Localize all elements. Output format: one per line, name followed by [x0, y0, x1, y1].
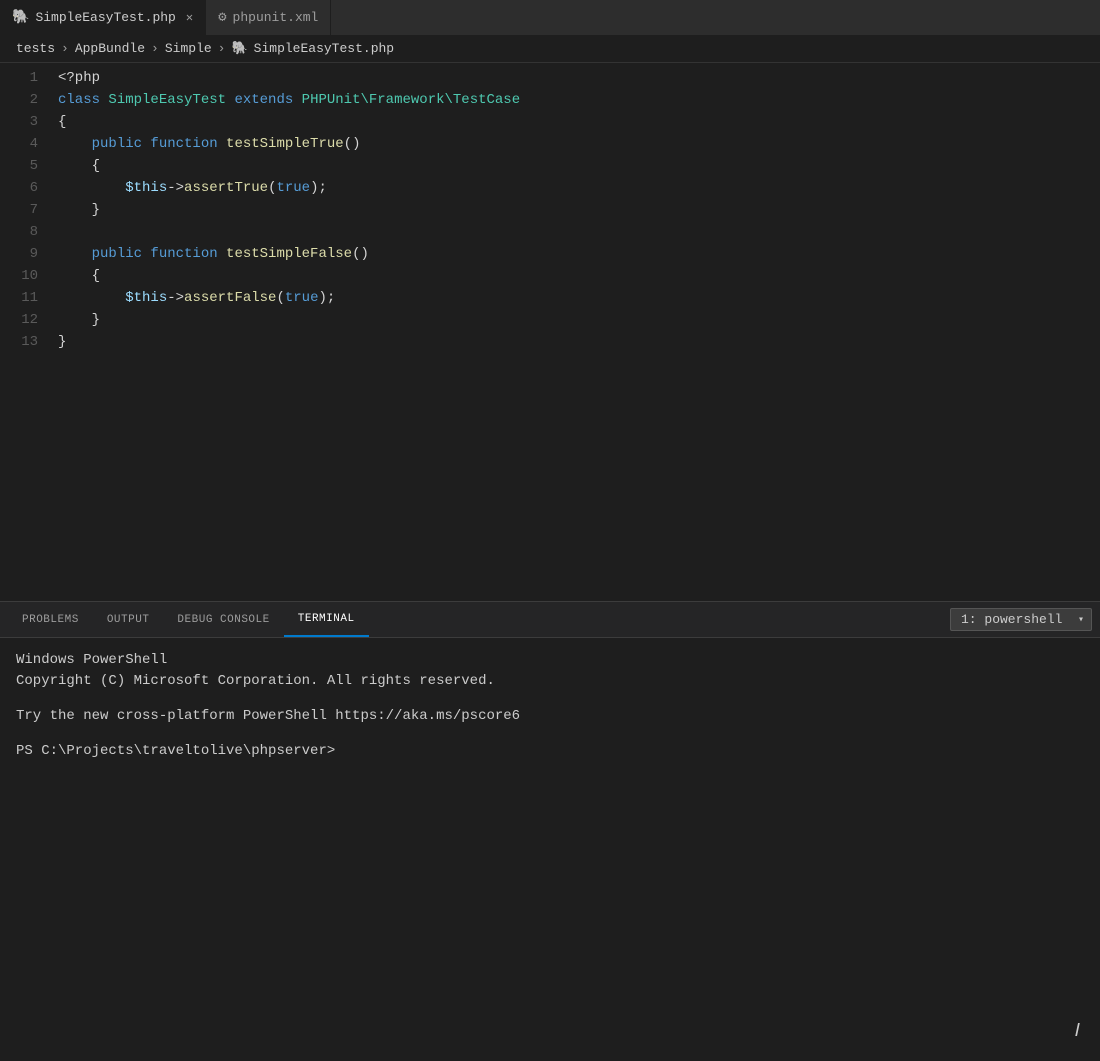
breadcrumb-sep-3: ›	[218, 41, 226, 56]
code-line-10: {	[58, 265, 1092, 287]
terminal-select[interactable]: 1: powershell 2: bash	[950, 608, 1092, 631]
panel-tab-bar: PROBLEMS OUTPUT DEBUG CONSOLE TERMINAL 1…	[0, 602, 1100, 638]
terminal-prompt: PS C:\Projects\traveltolive\phpserver>	[16, 741, 1084, 762]
cursor-indicator: 𝐼	[1075, 1020, 1080, 1041]
terminal-content[interactable]: Windows PowerShell Copyright (C) Microso…	[0, 638, 1100, 1061]
tab-label: phpunit.xml	[233, 10, 319, 25]
code-line-5: {	[58, 155, 1092, 177]
tab-label: SimpleEasyTest.php	[35, 10, 175, 25]
code-line-1: <?php	[58, 67, 1092, 89]
terminal-line-3: Try the new cross-platform PowerShell ht…	[16, 706, 1084, 727]
code-line-9: public function testSimpleFalse()	[58, 243, 1092, 265]
code-line-4: public function testSimpleTrue()	[58, 133, 1092, 155]
php-file-icon: 🐘	[12, 9, 29, 26]
line-numbers: 1 2 3 4 5 6 7 8 9 10 11 12 13	[0, 67, 50, 597]
tab-phpunit[interactable]: ⚙ phpunit.xml	[206, 0, 331, 35]
terminal-line-1: Windows PowerShell	[16, 650, 1084, 671]
panel-controls: 1: powershell 2: bash ▾	[950, 602, 1092, 637]
breadcrumb-sep-1: ›	[61, 41, 69, 56]
code-content[interactable]: <?php class SimpleEasyTest extends PHPUn…	[50, 67, 1100, 597]
code-line-12: }	[58, 309, 1092, 331]
breadcrumb: tests › AppBundle › Simple › 🐘 SimpleEas…	[0, 35, 1100, 63]
terminal-blank-2	[16, 727, 1084, 741]
terminal-selector-wrapper[interactable]: 1: powershell 2: bash ▾	[950, 608, 1092, 631]
code-line-8	[58, 221, 1092, 243]
tab-output[interactable]: OUTPUT	[93, 602, 164, 637]
code-line-7: }	[58, 199, 1092, 221]
panel: PROBLEMS OUTPUT DEBUG CONSOLE TERMINAL 1…	[0, 601, 1100, 1061]
breadcrumb-part-simple[interactable]: Simple	[165, 41, 212, 56]
code-editor: 1 2 3 4 5 6 7 8 9 10 11 12 13 <?php clas…	[0, 63, 1100, 601]
xml-file-icon: ⚙	[218, 9, 226, 26]
terminal-blank-1	[16, 692, 1084, 706]
code-line-11: $this->assertFalse(true);	[58, 287, 1092, 309]
tab-close-button[interactable]: ✕	[186, 10, 193, 25]
terminal-line-2: Copyright (C) Microsoft Corporation. All…	[16, 671, 1084, 692]
breadcrumb-part-appbundle[interactable]: AppBundle	[75, 41, 145, 56]
tab-simpleeasytest[interactable]: 🐘 SimpleEasyTest.php ✕	[0, 0, 206, 35]
breadcrumb-file[interactable]: SimpleEasyTest.php	[254, 41, 394, 56]
tab-bar: 🐘 SimpleEasyTest.php ✕ ⚙ phpunit.xml	[0, 0, 1100, 35]
code-line-2: class SimpleEasyTest extends PHPUnit\Fra…	[58, 89, 1092, 111]
code-area[interactable]: 1 2 3 4 5 6 7 8 9 10 11 12 13 <?php clas…	[0, 63, 1100, 601]
breadcrumb-part-tests[interactable]: tests	[16, 41, 55, 56]
tab-problems[interactable]: PROBLEMS	[8, 602, 93, 637]
tab-debug-console[interactable]: DEBUG CONSOLE	[163, 602, 283, 637]
breadcrumb-sep-2: ›	[151, 41, 159, 56]
breadcrumb-file-icon: 🐘	[231, 41, 247, 56]
code-line-13: }	[58, 331, 1092, 353]
code-line-6: $this->assertTrue(true);	[58, 177, 1092, 199]
tab-terminal[interactable]: TERMINAL	[284, 602, 369, 637]
code-line-3: {	[58, 111, 1092, 133]
